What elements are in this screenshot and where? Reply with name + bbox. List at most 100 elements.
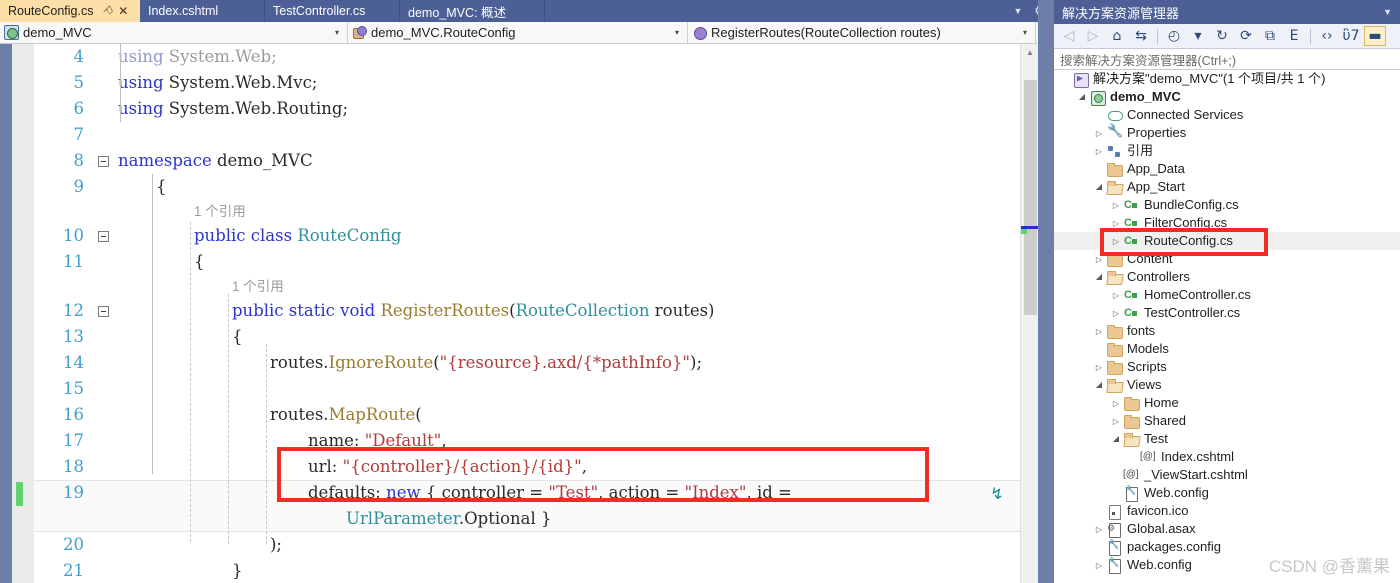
expand-arrow-icon[interactable] <box>1109 430 1123 448</box>
collapse-region-icon[interactable] <box>98 231 109 242</box>
properties-button[interactable]: ὒ7 <box>1340 26 1362 46</box>
tree-item-global.asax[interactable]: Global.asax <box>1054 520 1400 538</box>
code-line[interactable]: 18 url: "{controller}/{action}/{id}", <box>34 454 1020 480</box>
collapse-arrow-icon[interactable] <box>1109 196 1123 214</box>
collapse-arrow-icon[interactable] <box>1109 304 1123 322</box>
properties-window-button[interactable]: ὜E <box>1283 26 1305 46</box>
chevron-down-icon[interactable]: ▾ <box>669 28 685 37</box>
code-line[interactable]: 15 <box>34 376 1020 402</box>
collapse-all-button[interactable]: ⟳ <box>1235 26 1257 46</box>
collapse-arrow-icon[interactable] <box>1109 286 1123 304</box>
expand-arrow-icon[interactable] <box>1092 268 1106 286</box>
tree-item-web.config[interactable]: Web.config <box>1054 484 1400 502</box>
chevron-down-icon[interactable]: ▾ <box>1017 28 1033 37</box>
tree-item-scripts[interactable]: Scripts <box>1054 358 1400 376</box>
preview-selected-items-button[interactable]: ▬ <box>1364 26 1386 46</box>
tree-item-[interactable]: 引用 <box>1054 142 1400 160</box>
codelens-annotation[interactable]: 1 个引用 <box>34 200 1020 223</box>
code-line[interactable]: 12 public static void RegisterRoutes(Rout… <box>34 298 1020 324</box>
collapse-arrow-icon[interactable] <box>1109 232 1123 250</box>
code-line[interactable]: 20); <box>34 532 1020 558</box>
tree-item-content[interactable]: Content <box>1054 250 1400 268</box>
collapse-arrow-icon[interactable] <box>1092 520 1106 538</box>
close-tab-icon[interactable]: ✕ <box>118 5 128 17</box>
code-line[interactable]: 4 using System.Web; <box>34 44 1020 70</box>
collapse-arrow-icon[interactable] <box>1109 412 1123 430</box>
navbar-member-dropdown[interactable]: RegisterRoutes(RouteCollection routes) ▾ <box>688 22 1036 43</box>
show-all-files-button[interactable]: ⧉ <box>1259 26 1281 46</box>
code-line[interactable]: 6 using System.Web.Routing; <box>34 96 1020 122</box>
tree-item-app_data[interactable]: App_Data <box>1054 160 1400 178</box>
collapse-arrow-icon[interactable] <box>1092 124 1106 142</box>
expand-arrow-icon[interactable] <box>1092 178 1106 196</box>
code-line[interactable]: 5 using System.Web.Mvc; <box>34 70 1020 96</box>
tab-overflow-chevron-icon[interactable]: ▼ <box>1008 0 1028 22</box>
scrollbar-thumb[interactable] <box>1024 80 1037 315</box>
code-line[interactable]: 9{ <box>34 174 1020 200</box>
document-tab-3[interactable]: TestController.cs <box>265 0 400 22</box>
collapse-arrow-icon[interactable] <box>1092 322 1106 340</box>
collapse-arrow-icon[interactable] <box>1092 358 1106 376</box>
collapse-arrow-icon[interactable] <box>1092 556 1106 574</box>
tree-item-bundleconfig.cs[interactable]: BundleConfig.cs <box>1054 196 1400 214</box>
collapse-arrow-icon[interactable] <box>1092 250 1106 268</box>
tree-item-favicon.ico[interactable]: favicon.ico <box>1054 502 1400 520</box>
code-line[interactable]: 8 namespace demo_MVC <box>34 148 1020 174</box>
tree-item-test[interactable]: Test <box>1054 430 1400 448</box>
collapse-arrow-icon[interactable] <box>1109 214 1123 232</box>
code-line[interactable]: UrlParameter.Optional } <box>34 506 1020 532</box>
pending-changes-filter-button[interactable]: ◴ <box>1163 26 1185 46</box>
expand-arrow-icon[interactable] <box>1092 376 1106 394</box>
outlining-glyph[interactable] <box>92 223 114 249</box>
filter-dropdown-arrow[interactable]: ▾ <box>1187 26 1209 46</box>
tree-item-models[interactable]: Models <box>1054 340 1400 358</box>
outlining-glyph[interactable] <box>92 298 114 324</box>
code-line[interactable]: 13 { <box>34 324 1020 350</box>
chevron-down-icon[interactable]: ▾ <box>329 28 345 37</box>
tree-item-shared[interactable]: Shared <box>1054 412 1400 430</box>
outlining-glyph[interactable] <box>92 148 114 174</box>
tree-item-demo_mvc11[interactable]: 解决方案"demo_MVC"(1 个项目/共 1 个) <box>1054 70 1400 88</box>
tree-item-demo_mvc[interactable]: demo_MVC <box>1054 88 1400 106</box>
solution-explorer-menu-chevron-icon[interactable]: ▼ <box>1383 0 1392 24</box>
tree-item-connectedservices[interactable]: Connected Services <box>1054 106 1400 124</box>
code-line[interactable]: 10 public class RouteConfig <box>34 223 1020 249</box>
home-button[interactable]: ⌂ <box>1106 26 1128 46</box>
view-code-button[interactable]: ‹› <box>1316 26 1338 46</box>
sync-with-active-document-button[interactable]: ⇆ <box>1130 26 1152 46</box>
tree-item-fonts[interactable]: fonts <box>1054 322 1400 340</box>
document-tab-1[interactable]: RouteConfig.cs ⚐ ✕ <box>0 0 140 22</box>
navbar-project-dropdown[interactable]: demo_MVC ▾ <box>0 22 348 43</box>
document-tab-4[interactable]: demo_MVC: 概述 <box>400 0 545 22</box>
pane-divider[interactable] <box>1038 0 1054 583</box>
back-button[interactable]: ◁ <box>1058 26 1080 46</box>
tree-item-routeconfig.cs[interactable]: RouteConfig.cs <box>1054 232 1400 250</box>
code-line[interactable]: 21} <box>34 558 1020 583</box>
collapse-arrow-icon[interactable] <box>1092 142 1106 160</box>
code-line[interactable]: 16 routes.MapRoute( <box>34 402 1020 428</box>
editor-vertical-scrollbar[interactable]: ▲ <box>1020 44 1038 583</box>
tree-item-filterconfig.cs[interactable]: FilterConfig.cs <box>1054 214 1400 232</box>
document-tab-2[interactable]: Index.cshtml <box>140 0 265 22</box>
tree-item-homecontroller.cs[interactable]: HomeController.cs <box>1054 286 1400 304</box>
code-editor-surface[interactable]: 4 using System.Web; 5 using System.Web.Mvc;… <box>0 44 1054 583</box>
code-line[interactable]: 17 name: "Default", <box>34 428 1020 454</box>
tree-item-testcontroller.cs[interactable]: TestController.cs <box>1054 304 1400 322</box>
codelens-annotation[interactable]: 1 个引用 <box>34 275 1020 298</box>
solution-explorer-search-input[interactable]: 搜索解决方案资源管理器(Ctrl+;) <box>1054 48 1400 70</box>
solution-tree[interactable]: 解决方案"demo_MVC"(1 个项目/共 1 个) demo_MVC Conne… <box>1054 70 1400 583</box>
collapse-region-icon[interactable] <box>98 306 109 317</box>
navbar-type-dropdown[interactable]: demo_MVC.RouteConfig ▾ <box>348 22 688 43</box>
refresh-button[interactable]: ↻ <box>1211 26 1233 46</box>
code-line[interactable]: 19 defaults: new { controller = "Test", a… <box>34 480 1020 506</box>
scroll-up-arrow-icon[interactable]: ▲ <box>1021 44 1039 60</box>
tree-item-index.cshtml[interactable]: Index.cshtml <box>1054 448 1400 466</box>
tree-item-home[interactable]: Home <box>1054 394 1400 412</box>
collapse-region-icon[interactable] <box>98 156 109 167</box>
pin-tab-icon[interactable]: ⚐ <box>101 3 117 19</box>
tree-item-_viewstart.cshtml[interactable]: _ViewStart.cshtml <box>1054 466 1400 484</box>
expand-arrow-icon[interactable] <box>1075 88 1089 106</box>
code-line[interactable]: 14 routes.IgnoreRoute("{resource}.axd/{*p… <box>34 350 1020 376</box>
collapse-arrow-icon[interactable] <box>1109 394 1123 412</box>
forward-button[interactable]: ▷ <box>1082 26 1104 46</box>
